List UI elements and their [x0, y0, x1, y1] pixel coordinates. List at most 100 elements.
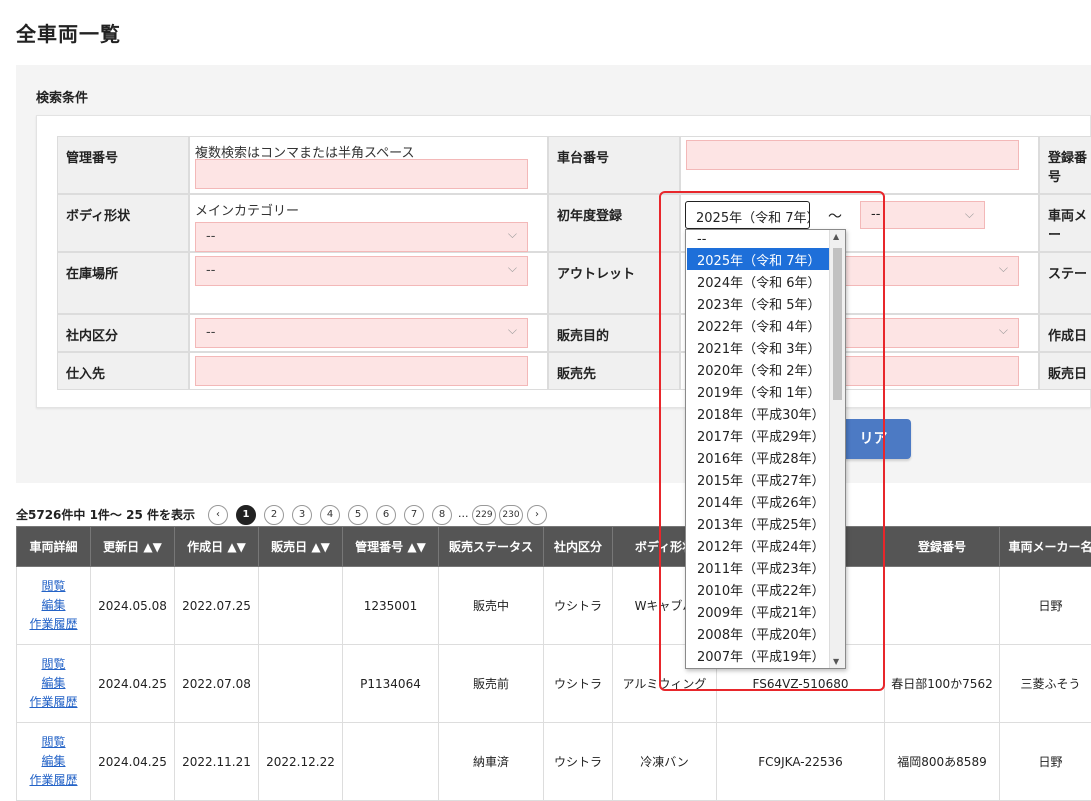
cell-status: 販売中 — [439, 567, 544, 645]
cell-status: 販売前 — [439, 645, 544, 723]
cell-created: 2022.11.21 — [175, 723, 259, 801]
year-option[interactable]: 2011年（平成23年） — [687, 556, 829, 578]
edit-link[interactable]: 編集 — [18, 752, 89, 771]
edit-link[interactable]: 編集 — [18, 596, 89, 615]
year-option[interactable]: 2012年（平成24年） — [687, 534, 829, 556]
col-updated[interactable]: 更新日 ▲▼ — [91, 527, 175, 567]
year-option[interactable]: 2010年（平成22年） — [687, 578, 829, 600]
year-option[interactable]: 2023年（令和 5年） — [687, 292, 829, 314]
year-option[interactable]: 2009年（平成21年） — [687, 600, 829, 622]
kanri-input[interactable] — [195, 159, 528, 189]
col-sold[interactable]: 販売日 ▲▼ — [259, 527, 343, 567]
label-shonendo: 初年度登録 — [548, 194, 680, 252]
year-option[interactable]: 2015年（平成27年） — [687, 468, 829, 490]
year-option[interactable]: -- — [687, 230, 829, 248]
col-maker: 車両メーカー名 — [1000, 527, 1091, 567]
cell-created: 2022.07.25 — [175, 567, 259, 645]
cell-toroku — [885, 567, 1000, 645]
page-5-button[interactable]: 5 — [348, 505, 368, 525]
cell-shanai: ウシトラ — [544, 645, 613, 723]
page-230-button[interactable]: 230 — [499, 505, 523, 525]
shanai-select-value: -- — [206, 325, 215, 340]
page-6-button[interactable]: 6 — [376, 505, 396, 525]
chevron-down-icon: ⌵ — [508, 323, 517, 338]
page-8-button[interactable]: 8 — [432, 505, 452, 525]
shanai-select[interactable]: -- ⌵ — [195, 318, 528, 348]
year-option[interactable]: 2017年（平成29年） — [687, 424, 829, 446]
view-link[interactable]: 閲覧 — [18, 577, 89, 596]
label-kanri: 管理番号 — [57, 136, 189, 194]
body-select[interactable]: --⌵ — [195, 222, 528, 252]
col-kanri[interactable]: 管理番号 ▲▼ — [343, 527, 439, 567]
year-option[interactable]: 2013年（平成25年） — [687, 512, 829, 534]
label-zaiko: 在庫場所 — [57, 252, 189, 314]
cell-sold — [259, 645, 343, 723]
next-page-button[interactable]: › — [527, 505, 547, 525]
label-status: ステー — [1039, 252, 1091, 314]
year-to-value: -- — [871, 207, 880, 222]
cell-kanri — [343, 723, 439, 801]
cell-shanai: ウシトラ — [544, 567, 613, 645]
pagination-ellipsis: ... — [458, 507, 469, 520]
cell-status: 納車済 — [439, 723, 544, 801]
history-link[interactable]: 作業履歴 — [18, 615, 89, 634]
year-option[interactable]: 2007年（平成19年） — [687, 644, 829, 666]
search-panel: 検索条件 管理番号 複数検索はコンマまたは半角スペース 車台番号 登録番号 ボデ… — [16, 65, 1091, 483]
chevron-down-icon: ⌵ — [999, 261, 1008, 276]
year-option[interactable]: 2014年（平成26年） — [687, 490, 829, 512]
edit-link[interactable]: 編集 — [18, 674, 89, 693]
page-1-button[interactable]: 1 — [236, 505, 256, 525]
col-created[interactable]: 作成日 ▲▼ — [175, 527, 259, 567]
cell-created: 2022.07.08 — [175, 645, 259, 723]
year-option[interactable]: 2024年（令和 6年） — [687, 270, 829, 292]
zaiko-select[interactable]: --⌵ — [195, 256, 528, 286]
year-option[interactable]: 2018年（平成30年） — [687, 402, 829, 424]
table-row: 閲覧編集作業履歴2024.04.252022.11.212022.12.22 納車… — [17, 723, 1091, 801]
cell-kanri: 1235001 — [343, 567, 439, 645]
chevron-down-icon: ⌵ — [999, 323, 1008, 338]
chevron-down-icon: ⌵ — [508, 227, 517, 242]
history-link[interactable]: 作業履歴 — [18, 771, 89, 790]
year-option[interactable]: 2016年（平成28年） — [687, 446, 829, 468]
scrollbar-thumb[interactable] — [833, 248, 842, 400]
view-link[interactable]: 閲覧 — [18, 655, 89, 674]
shadai-input[interactable] — [686, 140, 1019, 170]
label-sakusei: 作成日 — [1039, 314, 1091, 352]
table-row: 閲覧編集作業履歴2024.04.252022.07.08P1134064販売前ウ… — [17, 645, 1091, 723]
year-option[interactable]: 2022年（令和 4年） — [687, 314, 829, 336]
history-link[interactable]: 作業履歴 — [18, 693, 89, 712]
col-detail: 車両詳細 — [17, 527, 91, 567]
year-option[interactable]: 2025年（令和 7年） — [687, 248, 829, 270]
clear-button[interactable]: リア — [836, 419, 911, 459]
page-2-button[interactable]: 2 — [264, 505, 284, 525]
scroll-down-icon[interactable]: ▼ — [833, 657, 839, 666]
dropdown-scrollbar[interactable]: ▲ ▼ — [829, 230, 845, 668]
prev-page-button[interactable]: ‹ — [208, 505, 228, 525]
cell-updated: 2024.05.08 — [91, 567, 175, 645]
col-shanai: 社内区分 — [544, 527, 613, 567]
cell-updated: 2024.04.25 — [91, 723, 175, 801]
detail-links-cell: 閲覧編集作業履歴 — [17, 723, 91, 801]
year-option[interactable]: 2021年（令和 3年） — [687, 336, 829, 358]
year-from-select[interactable]: 2025年（令和 7年） — [685, 201, 810, 229]
label-shadai: 車台番号 — [548, 136, 680, 194]
cell-sold: 2022.12.22 — [259, 723, 343, 801]
cell-shanai: ウシトラ — [544, 723, 613, 801]
year-option[interactable]: 2020年（令和 2年） — [687, 358, 829, 380]
year-option[interactable]: 2008年（平成20年） — [687, 622, 829, 644]
label-toroku: 登録番号 — [1039, 136, 1091, 194]
table-row: 閲覧編集作業履歴2024.05.082022.07.25 1235001販売中ウシ… — [17, 567, 1091, 645]
label-body: ボディ形状 — [57, 194, 189, 252]
chevron-down-icon: ⌵ — [508, 261, 517, 276]
year-option[interactable]: 2019年（令和 1年） — [687, 380, 829, 402]
page-3-button[interactable]: 3 — [292, 505, 312, 525]
year-to-select[interactable]: --⌵ — [860, 201, 985, 229]
label-maker: 車両メー — [1039, 194, 1091, 252]
page-4-button[interactable]: 4 — [320, 505, 340, 525]
scroll-up-icon[interactable]: ▲ — [833, 232, 839, 241]
view-link[interactable]: 閲覧 — [18, 733, 89, 752]
page-7-button[interactable]: 7 — [404, 505, 424, 525]
page-229-button[interactable]: 229 — [472, 505, 496, 525]
cell-sold — [259, 567, 343, 645]
shiire-input[interactable] — [195, 356, 528, 386]
